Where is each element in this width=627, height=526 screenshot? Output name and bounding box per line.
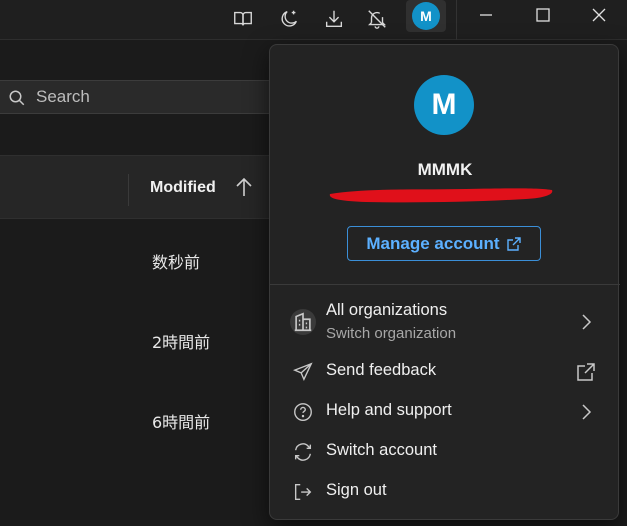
external-link-icon	[506, 236, 521, 251]
sign-out-icon	[294, 483, 312, 501]
download-icon[interactable]	[318, 3, 350, 35]
switch-arrows-icon	[294, 443, 312, 461]
search-box	[0, 80, 290, 114]
paper-plane-icon	[292, 362, 313, 382]
titlebar-divider	[456, 0, 457, 40]
minimize-button[interactable]	[458, 0, 514, 30]
chevron-right-icon	[582, 404, 592, 420]
book-open-icon[interactable]	[227, 3, 259, 35]
sort-ascending-icon[interactable]	[234, 176, 254, 198]
menu-item-sublabel: Switch organization	[326, 325, 457, 342]
menu-item-label: Sign out	[326, 481, 387, 499]
question-circle-icon	[294, 403, 312, 421]
moon-sparkle-icon[interactable]	[273, 3, 305, 35]
manage-account-button[interactable]: Manage account	[347, 226, 541, 261]
bell-off-icon[interactable]	[361, 3, 393, 35]
avatar: M	[414, 75, 474, 135]
menu-item-label: Help and support	[326, 401, 452, 419]
column-divider	[128, 174, 129, 206]
redaction-mark	[329, 188, 553, 203]
menu-item-label: Switch account	[326, 441, 437, 459]
table-row: 6時間前	[152, 413, 211, 432]
menu-item-label: Send feedback	[326, 361, 437, 379]
menu-item-label: All organizations	[326, 301, 448, 319]
column-header-modified[interactable]: Modified	[150, 179, 216, 197]
minimize-icon	[480, 14, 492, 16]
account-menu: M MMMK Manage account All organizations …	[269, 44, 620, 520]
menu-item-help-and-support[interactable]: Help and support	[270, 399, 620, 425]
close-button[interactable]	[571, 0, 627, 30]
menu-item-all-organizations[interactable]: All organizations Switch organization	[270, 299, 620, 347]
chevron-right-icon	[582, 314, 592, 330]
building-icon	[290, 309, 316, 335]
user-name: MMMK	[417, 160, 473, 179]
title-bar: M	[0, 0, 627, 40]
table-row: 数秒前	[152, 253, 201, 272]
menu-item-send-feedback[interactable]: Send feedback	[270, 359, 620, 385]
avatar: M	[412, 2, 440, 30]
maximize-icon	[536, 8, 550, 22]
maximize-button[interactable]	[515, 0, 571, 30]
table-header: Modified	[0, 155, 290, 219]
external-link-icon	[577, 363, 595, 381]
search-input[interactable]	[36, 85, 266, 109]
search-icon	[9, 90, 25, 106]
account-avatar-button[interactable]: M	[406, 0, 446, 32]
close-icon	[592, 8, 606, 22]
menu-item-switch-account[interactable]: Switch account	[270, 439, 620, 465]
menu-divider	[270, 284, 620, 285]
manage-account-label: Manage account	[366, 233, 500, 253]
table-row: 2時間前	[152, 333, 211, 352]
menu-item-sign-out[interactable]: Sign out	[270, 479, 620, 505]
